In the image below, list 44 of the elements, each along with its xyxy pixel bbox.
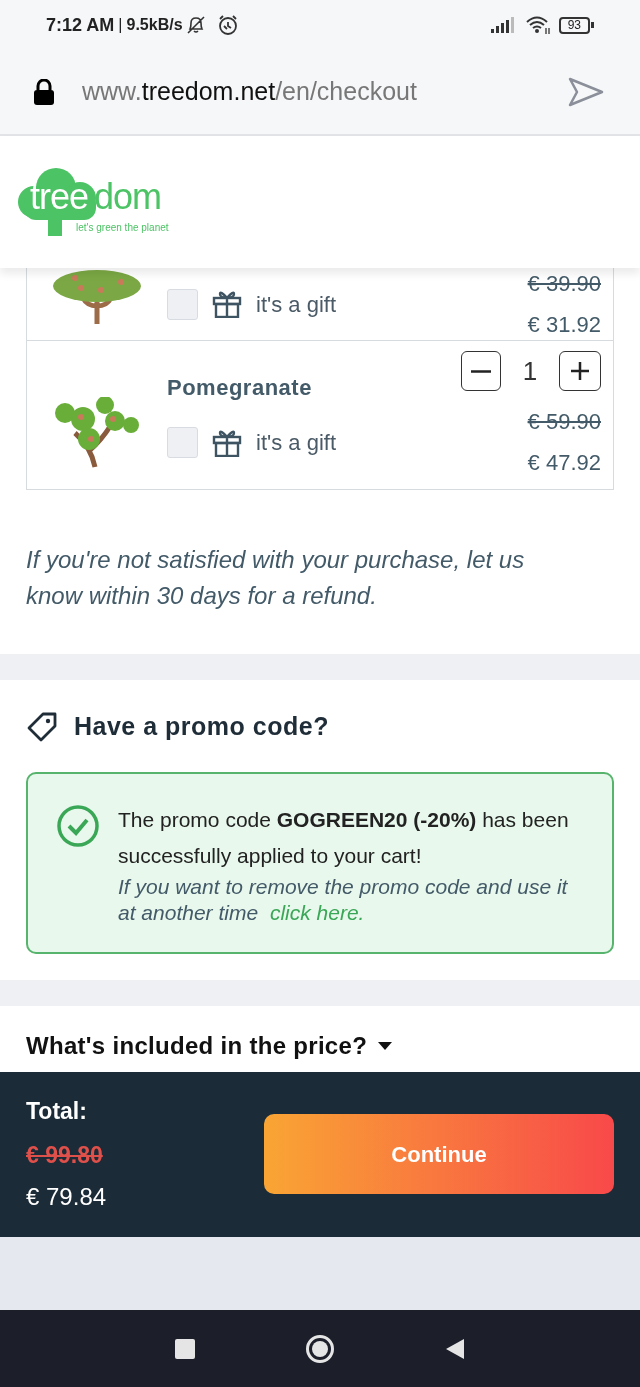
discounted-price: € 31.92 bbox=[527, 311, 601, 339]
recents-icon[interactable] bbox=[175, 1338, 195, 1359]
remove-promo-link[interactable]: click here. bbox=[269, 900, 365, 924]
minus-button[interactable] bbox=[461, 351, 501, 391]
discounted-price: € 47.92 bbox=[527, 449, 601, 477]
gift-icon bbox=[212, 428, 242, 457]
promo-heading: Have a promo code? bbox=[74, 711, 329, 742]
gift-icon bbox=[212, 290, 242, 318]
home-icon[interactable] bbox=[305, 1333, 335, 1364]
promo-remove-note: If you want to remove the promo code and use it at another time click here. bbox=[118, 873, 569, 926]
tag-icon bbox=[26, 710, 58, 743]
battery-level: 93 bbox=[558, 16, 590, 34]
original-price: € 59.90 bbox=[527, 408, 601, 436]
plus-icon bbox=[569, 360, 591, 382]
lock-icon bbox=[34, 79, 54, 105]
network-speed: 9.5kB/s bbox=[126, 15, 183, 35]
plus-button[interactable] bbox=[559, 351, 601, 391]
quantity-value: 1 bbox=[521, 354, 539, 388]
continue-button[interactable]: Continue bbox=[264, 1114, 614, 1194]
status-time: 7:12 AM bbox=[46, 13, 115, 37]
back-icon[interactable] bbox=[445, 1337, 465, 1360]
send-icon[interactable] bbox=[568, 77, 604, 107]
signal-icon bbox=[490, 17, 515, 33]
gift-checkbox[interactable] bbox=[167, 288, 198, 320]
check-circle-icon bbox=[56, 803, 100, 848]
wifi-icon bbox=[524, 15, 551, 35]
original-price: € 39.90 bbox=[527, 270, 601, 298]
gift-checkbox[interactable] bbox=[167, 427, 198, 458]
tree-logo-icon bbox=[18, 166, 96, 238]
logo-tagline: let's green the planet bbox=[76, 221, 169, 235]
refund-note: If you're not satisfied with your purchase, let us know within 30 days for a refund. bbox=[25, 545, 526, 611]
promo-message: The promo code GOGREEN20 (-20%) has been successfully applied to your cart! bbox=[118, 806, 570, 869]
price-details-toggle[interactable]: What's included in the price? bbox=[26, 1027, 394, 1064]
gift-label: it's a gift bbox=[256, 429, 336, 457]
logo[interactable]: tree dom let's green the planet bbox=[18, 166, 198, 238]
original-total: € 99.80 bbox=[26, 1141, 104, 1170]
logo-wordmark[interactable]: tree dom bbox=[30, 176, 162, 218]
product-name: Pomegranate bbox=[167, 374, 313, 402]
total-label: Total: bbox=[26, 1096, 88, 1126]
status-separator: | bbox=[118, 15, 123, 35]
alarm-icon bbox=[216, 14, 239, 36]
total-price: € 79.84 bbox=[26, 1181, 108, 1212]
minus-icon bbox=[471, 369, 491, 373]
gift-label: it's a gift bbox=[256, 290, 336, 319]
